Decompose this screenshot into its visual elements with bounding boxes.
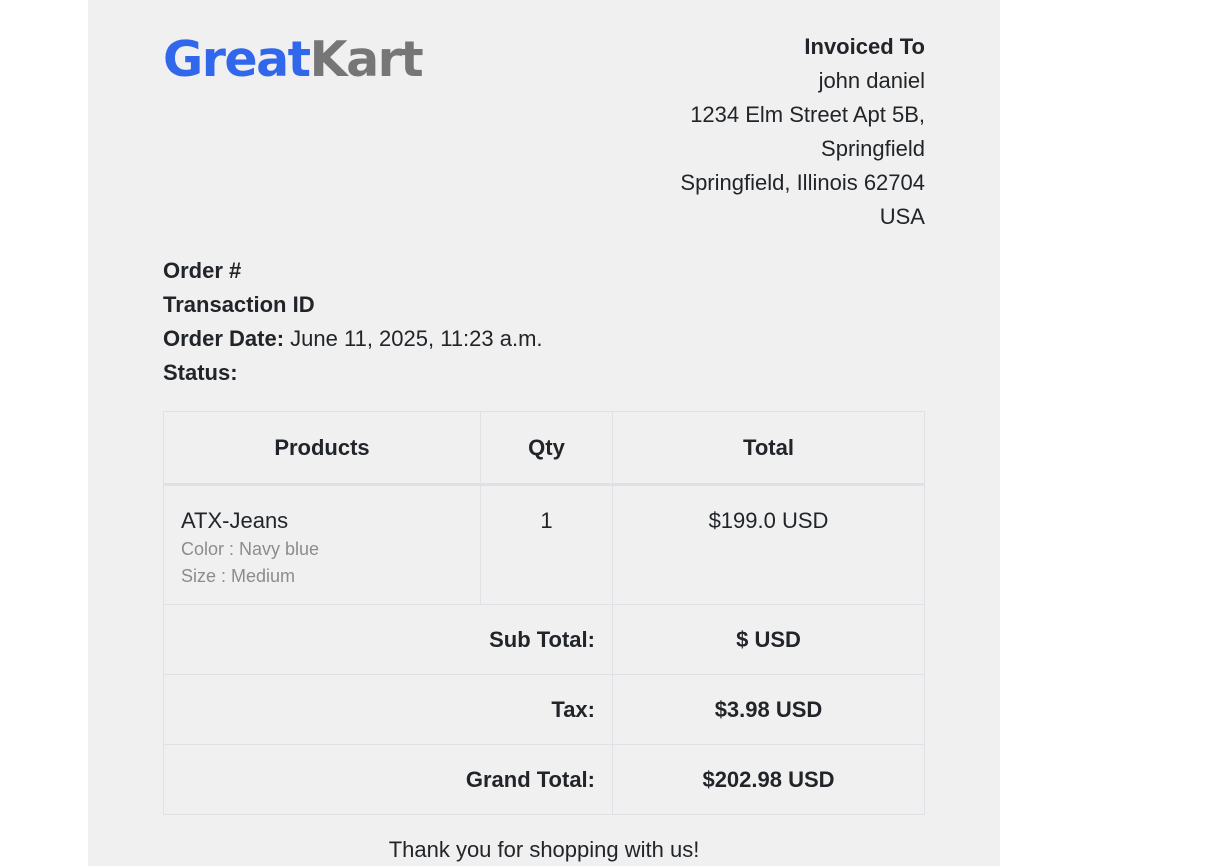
order-date-label: Order Date: [163,326,285,351]
order-items-table: Products Qty Total ATX-Jeans Color : Nav… [163,411,925,815]
product-cell: ATX-Jeans Color : Navy blue Size : Mediu… [163,484,481,605]
address-line-2: Springfield [821,136,925,161]
tax-value: $3.98 USD [612,674,925,745]
table-row: ATX-Jeans Color : Navy blue Size : Mediu… [163,484,925,605]
grand-total-label: Grand Total: [163,744,613,815]
grand-total-value: $202.98 USD [612,744,925,815]
customer-name: john daniel [818,68,925,93]
tax-label: Tax: [163,674,613,745]
logo-part-kart: Kart [309,31,424,88]
status-label: Status: [163,360,238,385]
header-products: Products [163,411,481,486]
order-number-label: Order # [163,258,242,283]
city-state-zip: Springfield, Illinois 62704 [680,170,925,195]
subtotal-row: Sub Total: $ USD [163,604,925,675]
transaction-id-label: Transaction ID [163,292,315,317]
table-header-row: Products Qty Total [163,411,925,486]
transaction-id: Transaction ID [163,288,543,322]
invoiced-to-heading: Invoiced To [804,34,925,59]
invoice-sheet: GreatKart Invoiced To john daniel 1234 E… [88,0,1000,866]
subtotal-value: $ USD [612,604,925,675]
order-date-value: June 11, 2025, 11:23 a.m. [290,326,543,351]
order-status: Status: [163,356,543,390]
header-qty: Qty [480,411,613,486]
product-name: ATX-Jeans [181,508,289,533]
tax-row: Tax: $3.98 USD [163,674,925,745]
thank-you-message: Thank you for shopping with us! [388,837,700,862]
address-line-1: 1234 Elm Street Apt 5B, [690,102,925,127]
product-qty: 1 [480,484,613,605]
product-color: Color : Navy blue [181,539,320,559]
greatkart-logo[interactable]: GreatKart [163,31,424,88]
product-size: Size : Medium [181,566,296,586]
subtotal-label: Sub Total: [163,604,613,675]
logo-part-great: Great [163,31,311,88]
grand-total-row: Grand Total: $202.98 USD [163,744,925,815]
order-number: Order # [163,254,543,288]
header-total: Total [612,411,925,486]
country: USA [879,204,925,229]
order-date: Order Date: June 11, 2025, 11:23 a.m. [163,322,543,356]
invoiced-to-block: Invoiced To john daniel 1234 Elm Street … [680,30,925,234]
product-total: $199.0 USD [612,484,925,605]
order-meta: Order # Transaction ID Order Date: June … [163,254,543,390]
